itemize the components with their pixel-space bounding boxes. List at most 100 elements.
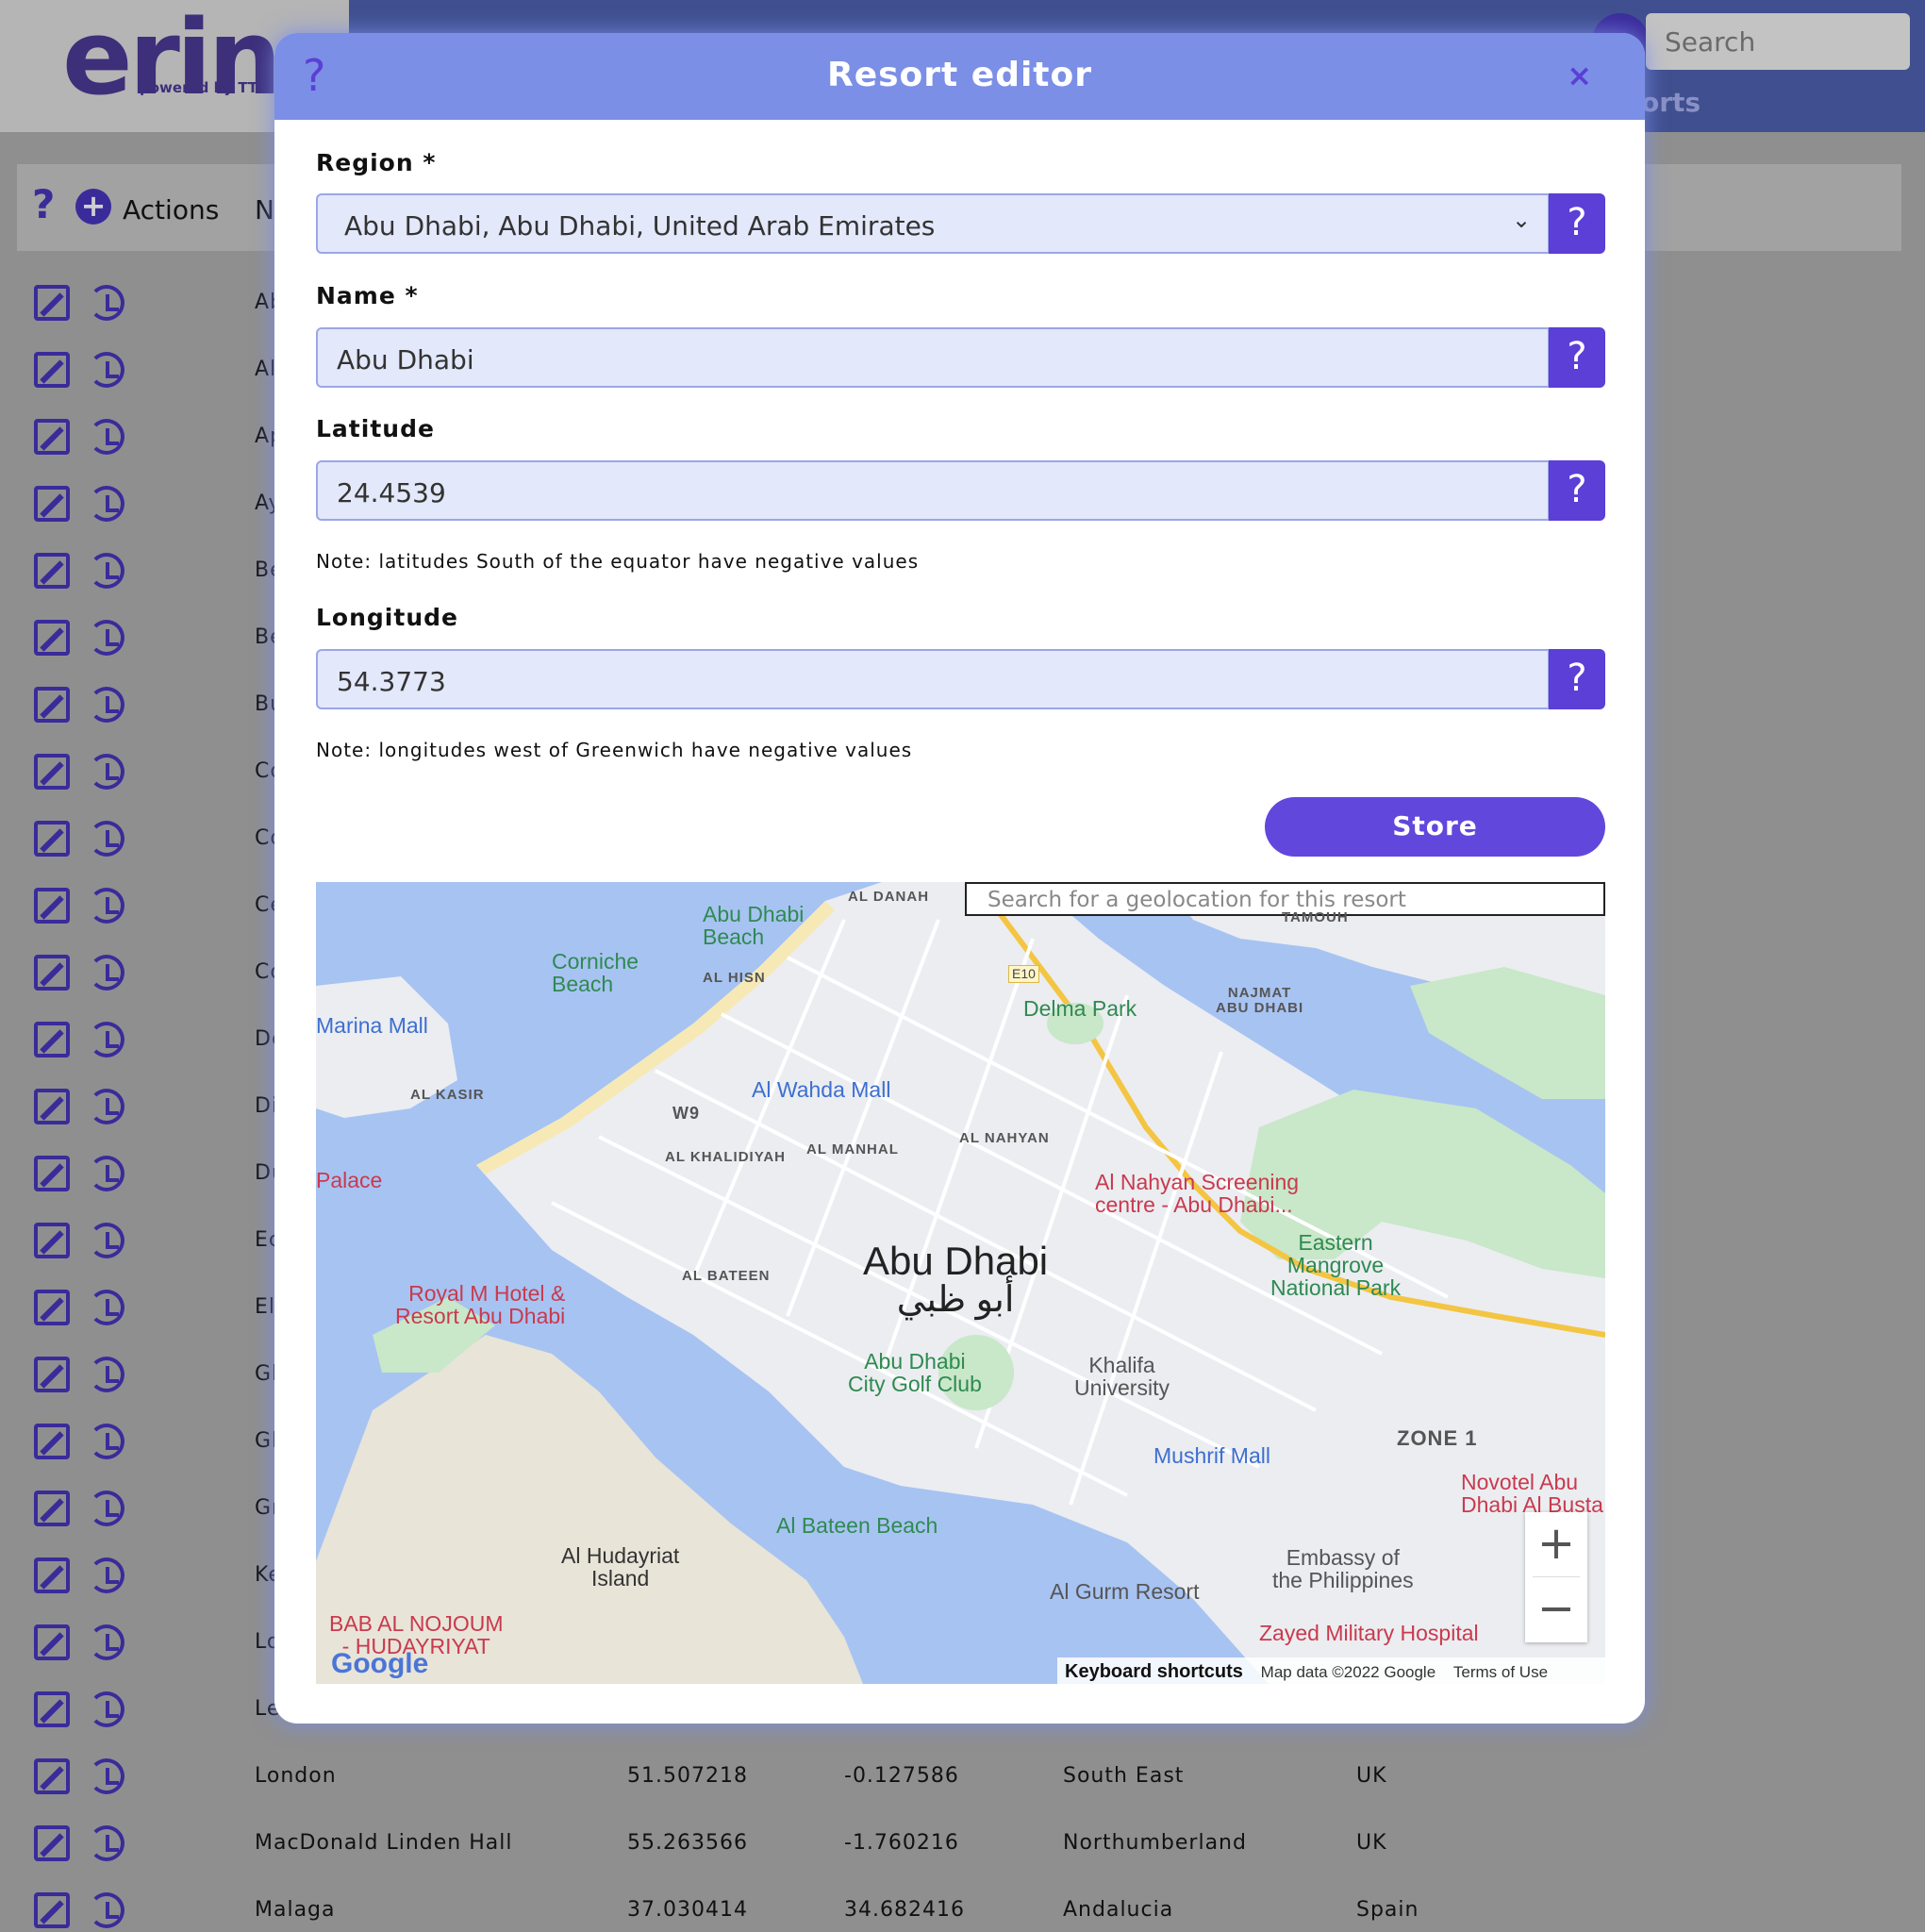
table-row: MacDonald Linden Hall 55.263566 -1.760216 N… <box>0 1818 1925 1885</box>
edit-icon[interactable] <box>34 1156 70 1191</box>
history-icon[interactable] <box>89 1022 124 1058</box>
history-icon[interactable] <box>89 687 124 723</box>
edit-icon[interactable] <box>34 620 70 656</box>
edit-icon[interactable] <box>34 1223 70 1258</box>
edit-icon[interactable] <box>34 821 70 857</box>
latitude-help-button[interactable]: ? <box>1549 460 1605 521</box>
table-row: Malaga 37.030414 34.682416 Andalucia Spain <box>0 1885 1925 1932</box>
history-icon[interactable] <box>89 1825 124 1861</box>
history-icon[interactable] <box>89 620 124 656</box>
cell-region: Andalucia <box>1063 1898 1174 1922</box>
map-poi-royal-m-hotel[interactable]: Royal M Hotel & Resort Abu Dhabi <box>395 1282 565 1327</box>
edit-icon[interactable] <box>34 486 70 522</box>
map-area-zone1: ZONE 1 <box>1397 1426 1478 1450</box>
history-icon[interactable] <box>89 1491 124 1526</box>
map-poi-palace[interactable]: Palace <box>316 1169 382 1191</box>
zoom-in-button[interactable]: + <box>1525 1512 1587 1577</box>
history-icon[interactable] <box>89 1691 124 1727</box>
table-row: London 51.507218 -0.127586 South East UK <box>0 1751 1925 1818</box>
map-poi-hudayriat-island: Al Hudayriat Island <box>561 1543 680 1591</box>
edit-icon[interactable] <box>34 1892 70 1928</box>
nav-link-resorts[interactable]: orts <box>1641 87 1701 118</box>
edit-icon[interactable] <box>34 687 70 723</box>
history-icon[interactable] <box>89 955 124 991</box>
map-view[interactable]: Search for a geolocation for this resort… <box>316 882 1605 1684</box>
edit-icon[interactable] <box>34 1290 70 1325</box>
history-icon[interactable] <box>89 1892 124 1928</box>
edit-icon[interactable] <box>34 888 70 924</box>
cell-country: Spain <box>1356 1898 1419 1922</box>
chevron-down-icon[interactable]: ⌄ <box>1512 207 1531 233</box>
latitude-input[interactable]: 24.4539 <box>316 460 1550 521</box>
history-icon[interactable] <box>89 1156 124 1191</box>
history-icon[interactable] <box>89 352 124 388</box>
map-area-w9: W9 <box>672 1104 700 1123</box>
edit-icon[interactable] <box>34 1557 70 1593</box>
history-icon[interactable] <box>89 486 124 522</box>
history-icon[interactable] <box>89 1089 124 1124</box>
map-poi-marina-mall[interactable]: Marina Mall <box>316 1014 428 1037</box>
history-icon[interactable] <box>89 1223 124 1258</box>
longitude-input[interactable]: 54.3773 <box>316 649 1550 709</box>
history-icon[interactable] <box>89 419 124 455</box>
map-area-al-manhal: AL MANHAL <box>806 1141 899 1158</box>
map-poi-delma-park[interactable]: Delma Park <box>1023 997 1137 1020</box>
keyboard-shortcuts-link[interactable]: Keyboard shortcuts <box>1065 1661 1243 1682</box>
header-search-input[interactable]: Search <box>1646 13 1910 70</box>
terms-of-use-link[interactable]: Terms of Use <box>1453 1663 1548 1681</box>
map-poi-al-gurm-resort[interactable]: Al Gurm Resort <box>1050 1580 1199 1603</box>
map-poi-al-bateen-beach[interactable]: Al Bateen Beach <box>776 1514 938 1537</box>
edit-icon[interactable] <box>34 1691 70 1727</box>
map-poi-abu-dhabi-beach[interactable]: Abu Dhabi Beach <box>703 903 804 948</box>
edit-icon[interactable] <box>34 1022 70 1058</box>
edit-icon[interactable] <box>34 1624 70 1660</box>
name-input[interactable]: Abu Dhabi <box>316 327 1550 388</box>
history-icon[interactable] <box>89 1758 124 1794</box>
history-icon[interactable] <box>89 1624 124 1660</box>
map-poi-eastern-mangrove[interactable]: Eastern Mangrove National Park <box>1270 1231 1401 1300</box>
history-icon[interactable] <box>89 754 124 790</box>
map-poi-corniche-beach[interactable]: Corniche Beach <box>552 950 639 995</box>
map-poi-golf-club[interactable]: Abu Dhabi City Golf Club <box>848 1350 982 1395</box>
store-button[interactable]: Store <box>1265 797 1605 857</box>
latitude-label: Latitude <box>316 415 435 442</box>
close-icon[interactable]: × <box>1567 58 1592 93</box>
map-poi-khalifa-university[interactable]: Khalifa University <box>1074 1354 1170 1399</box>
map-poi-zayed-military-hospital[interactable]: Zayed Military Hospital <box>1259 1622 1479 1644</box>
history-icon[interactable] <box>89 888 124 924</box>
map-poi-mushrif-mall[interactable]: Mushrif Mall <box>1153 1444 1270 1467</box>
map-poi-novotel[interactable]: Novotel Abu Dhabi Al Busta <box>1461 1471 1603 1516</box>
region-help-button[interactable]: ? <box>1549 193 1605 254</box>
history-icon[interactable] <box>89 1357 124 1392</box>
edit-icon[interactable] <box>34 285 70 321</box>
name-column-header[interactable]: N <box>255 194 274 225</box>
history-icon[interactable] <box>89 285 124 321</box>
longitude-help-button[interactable]: ? <box>1549 649 1605 709</box>
history-icon[interactable] <box>89 821 124 857</box>
edit-icon[interactable] <box>34 553 70 589</box>
google-logo[interactable]: Google <box>331 1648 428 1680</box>
history-icon[interactable] <box>89 1424 124 1459</box>
name-help-button[interactable]: ? <box>1549 327 1605 388</box>
edit-icon[interactable] <box>34 352 70 388</box>
edit-icon[interactable] <box>34 955 70 991</box>
history-icon[interactable] <box>89 553 124 589</box>
edit-icon[interactable] <box>34 419 70 455</box>
map-poi-al-nahyan-screening[interactable]: Al Nahyan Screening centre - Abu Dhabi..… <box>1095 1171 1299 1216</box>
table-help-icon[interactable]: ? <box>32 181 55 227</box>
map-poi-al-wahda-mall[interactable]: Al Wahda Mall <box>752 1078 890 1101</box>
edit-icon[interactable] <box>34 1089 70 1124</box>
region-select[interactable]: Abu Dhabi, Abu Dhabi, United Arab Emirat… <box>316 193 1550 254</box>
map-area-tamouh: TAMOUH <box>1282 909 1349 925</box>
map-poi-embassy-philippines[interactable]: Embassy of the Philippines <box>1272 1546 1414 1591</box>
add-resort-icon[interactable]: + <box>75 189 111 225</box>
edit-icon[interactable] <box>34 1825 70 1861</box>
history-icon[interactable] <box>89 1557 124 1593</box>
edit-icon[interactable] <box>34 1357 70 1392</box>
zoom-out-button[interactable]: − <box>1525 1577 1587 1642</box>
edit-icon[interactable] <box>34 1491 70 1526</box>
edit-icon[interactable] <box>34 754 70 790</box>
edit-icon[interactable] <box>34 1758 70 1794</box>
history-icon[interactable] <box>89 1290 124 1325</box>
edit-icon[interactable] <box>34 1424 70 1459</box>
